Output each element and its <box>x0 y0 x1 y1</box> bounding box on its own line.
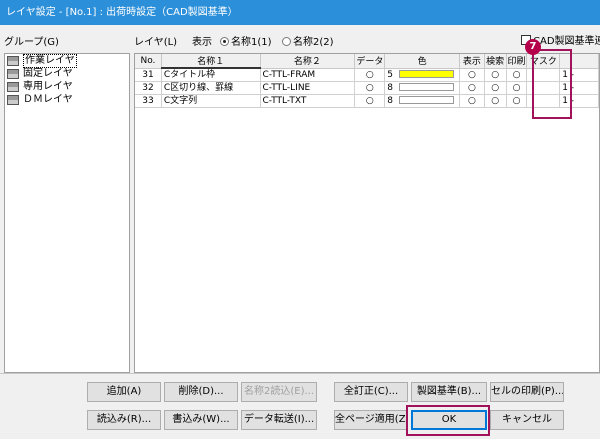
all-fix-button[interactable]: 全訂正(C)... <box>334 382 408 402</box>
cell-name1[interactable]: Cタイトル枠 <box>161 68 261 82</box>
display-label: 表示 <box>192 37 212 48</box>
load-button[interactable]: 読込み(R)... <box>87 410 161 430</box>
all-page-apply-button[interactable]: 全ページ適用(Z) <box>334 410 408 430</box>
group-item-label: 固定レイヤ <box>23 67 73 79</box>
cell-name1[interactable]: C区切り線、罫線 <box>161 81 261 95</box>
cell-search[interactable]: ○ <box>484 68 507 82</box>
color-number: 8 <box>387 83 393 93</box>
color-swatch <box>399 83 454 91</box>
cad-standard-label: CAD製図基準連動 <box>533 36 600 47</box>
layer-group-icon <box>7 94 19 105</box>
layer-label: レイヤ(L) <box>134 37 178 48</box>
radio-icon <box>282 37 291 46</box>
cell-no: 33 <box>135 94 162 108</box>
layer-table[interactable]: No. 名称１ 名称２ データ 色 表示 検索 印刷 マスク 31 Cタイトル枠… <box>134 53 600 373</box>
add-button[interactable]: 追加(A) <box>87 382 161 402</box>
col-header-data[interactable]: データ <box>354 54 386 69</box>
cell-show[interactable]: ○ <box>459 81 485 95</box>
cell-no: 32 <box>135 81 162 95</box>
cell-name1[interactable]: C文字列 <box>161 94 261 108</box>
cell-name2[interactable]: C-TTL-LINE <box>260 81 356 95</box>
col-header-show[interactable]: 表示 <box>459 54 485 69</box>
window-title: レイヤ設定 - [No.1] : 出荷時設定（CAD製図基準） <box>0 0 600 25</box>
cell-show[interactable]: ○ <box>459 68 485 82</box>
cell-no: 31 <box>135 68 162 82</box>
cell-data[interactable]: ○ <box>354 68 386 82</box>
cell-name2[interactable]: C-TTL-TXT <box>260 94 356 108</box>
cell-print-button[interactable]: セルの印刷(P)... <box>490 382 564 402</box>
radio-name1[interactable]: 名称1(1) <box>220 36 272 50</box>
col-header-print[interactable]: 印刷 <box>506 54 528 69</box>
table-row[interactable]: 31 Cタイトル枠 C-TTL-FRAM ○ 5 ○ ○ ○ 1 - <box>135 68 599 82</box>
col-header-name2[interactable]: 名称２ <box>260 54 356 69</box>
cancel-button[interactable]: キャンセル <box>490 410 564 430</box>
cell-search[interactable]: ○ <box>484 81 507 95</box>
color-swatch <box>399 69 454 78</box>
data-transfer-button[interactable]: データ転送(I)... <box>241 410 317 430</box>
cell-data[interactable]: ○ <box>354 94 386 108</box>
radio-name2-label: 名称2(2) <box>293 37 334 48</box>
table-row[interactable]: 33 C文字列 C-TTL-TXT ○ 8 ○ ○ ○ 1 - <box>135 94 599 108</box>
cell-color[interactable]: 5 <box>384 68 461 82</box>
col-header-search[interactable]: 検索 <box>484 54 507 69</box>
group-item-dedicated[interactable]: 専用レイヤ <box>5 80 129 93</box>
layer-group-icon <box>7 81 19 92</box>
radio-name2[interactable]: 名称2(2) <box>282 36 334 50</box>
mask-column-highlight <box>532 49 572 119</box>
cell-name2[interactable]: C-TTL-FRAM <box>260 68 356 82</box>
group-item-fixed[interactable]: 固定レイヤ <box>5 67 129 80</box>
save-button[interactable]: 書込み(W)... <box>164 410 238 430</box>
group-item-work[interactable]: 作業レイヤ <box>5 53 129 68</box>
cell-color[interactable]: 8 <box>384 94 461 108</box>
col-header-no[interactable]: No. <box>135 54 162 69</box>
cell-show[interactable]: ○ <box>459 94 485 108</box>
drafting-standard-button[interactable]: 製図基準(B)... <box>411 382 487 402</box>
group-item-label: ＤＭレイヤ <box>23 93 73 105</box>
cell-print[interactable]: ○ <box>506 68 528 82</box>
cell-print[interactable]: ○ <box>506 94 528 108</box>
divider <box>0 373 600 374</box>
col-header-color[interactable]: 色 <box>384 54 461 69</box>
color-number: 8 <box>387 96 393 106</box>
radio-name1-label: 名称1(1) <box>231 37 272 48</box>
layer-group-icon <box>7 68 19 79</box>
color-swatch <box>399 96 454 104</box>
step-badge: 7 <box>525 39 541 55</box>
cell-search[interactable]: ○ <box>484 94 507 108</box>
layer-group-icon <box>7 55 19 66</box>
group-item-dm[interactable]: ＤＭレイヤ <box>5 93 129 106</box>
cell-color[interactable]: 8 <box>384 81 461 95</box>
delete-button[interactable]: 削除(D)... <box>164 382 238 402</box>
group-item-label: 専用レイヤ <box>23 80 73 92</box>
group-item-label: 作業レイヤ <box>23 53 77 68</box>
group-list[interactable]: 作業レイヤ 固定レイヤ 専用レイヤ ＤＭレイヤ <box>4 53 130 373</box>
cell-print[interactable]: ○ <box>506 81 528 95</box>
radio-icon <box>220 37 229 46</box>
table-row[interactable]: 32 C区切り線、罫線 C-TTL-LINE ○ 8 ○ ○ ○ 1 - <box>135 81 599 95</box>
color-number: 5 <box>387 69 393 80</box>
name2-read-button[interactable]: 名称2読込(E)... <box>241 382 317 402</box>
cell-data[interactable]: ○ <box>354 81 386 95</box>
ok-button-highlight <box>406 405 490 436</box>
col-header-name1[interactable]: 名称１ <box>161 54 261 69</box>
group-label: グループ(G) <box>4 37 59 48</box>
